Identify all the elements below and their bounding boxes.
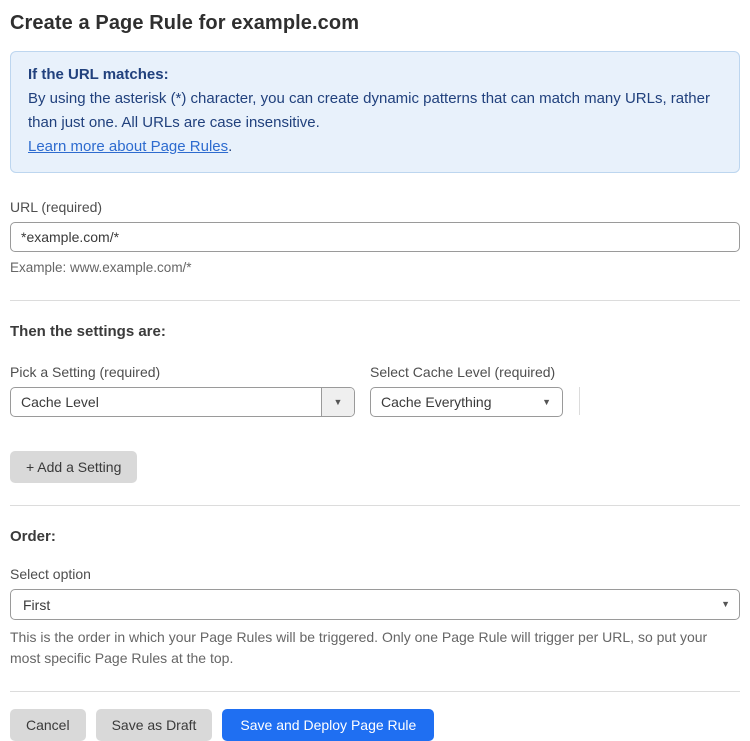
divider (10, 505, 740, 506)
url-input[interactable] (10, 222, 740, 252)
order-dropdown[interactable]: First ▼ (10, 589, 740, 620)
cache-level-value: Cache Everything (381, 394, 492, 410)
dropdown-arrow-box: ▼ (321, 388, 354, 416)
url-helper-text: Example: www.example.com/* (10, 260, 192, 275)
setting-picker-dropdown[interactable]: Cache Level ▼ (10, 387, 355, 417)
order-value: First (23, 596, 51, 613)
cache-level-picker-group: Select Cache Level (required) Cache Ever… (370, 364, 570, 417)
setting-picker-value: Cache Level (21, 394, 99, 410)
order-section-heading: Order: (10, 528, 56, 545)
setting-picker-label: Pick a Setting (required) (10, 364, 161, 380)
cache-level-picker-label: Select Cache Level (required) (370, 364, 556, 380)
setting-picker-group: Pick a Setting (required) Cache Level ▼ (10, 364, 370, 417)
actions-row: Cancel Save as Draft Save and Deploy Pag… (10, 709, 740, 741)
settings-section-heading: Then the settings are: (10, 323, 166, 340)
info-link-line: Learn more about Page Rules. (28, 135, 722, 159)
order-select-label: Select option (10, 566, 91, 582)
chevron-down-icon: ▼ (333, 396, 343, 407)
save-draft-button[interactable]: Save as Draft (95, 709, 213, 741)
chevron-down-icon: ▼ (721, 599, 730, 609)
page-title: Create a Page Rule for example.com (10, 12, 360, 34)
url-match-info-box: If the URL matches: By using the asteris… (10, 51, 740, 173)
settings-row: Pick a Setting (required) Cache Level ▼ … (10, 364, 740, 417)
order-helper-text: This is the order in which your Page Rul… (10, 629, 708, 666)
url-field-label: URL (required) (10, 199, 103, 215)
chevron-down-icon: ▼ (542, 396, 551, 407)
cancel-button[interactable]: Cancel (10, 709, 86, 741)
setting-row-divider (579, 387, 580, 415)
link-suffix: . (228, 138, 233, 155)
learn-more-link[interactable]: Learn more about Page Rules (28, 138, 228, 155)
save-deploy-button[interactable]: Save and Deploy Page Rule (222, 709, 435, 741)
divider (10, 300, 740, 301)
info-box-heading: If the URL matches: (28, 66, 169, 83)
info-box-body: By using the asterisk (*) character, you… (28, 90, 710, 131)
add-setting-button[interactable]: + Add a Setting (10, 451, 138, 483)
divider (10, 691, 740, 692)
page-rule-form: Create a Page Rule for example.com If th… (0, 0, 750, 741)
cache-level-dropdown[interactable]: Cache Everything ▼ (370, 387, 563, 417)
